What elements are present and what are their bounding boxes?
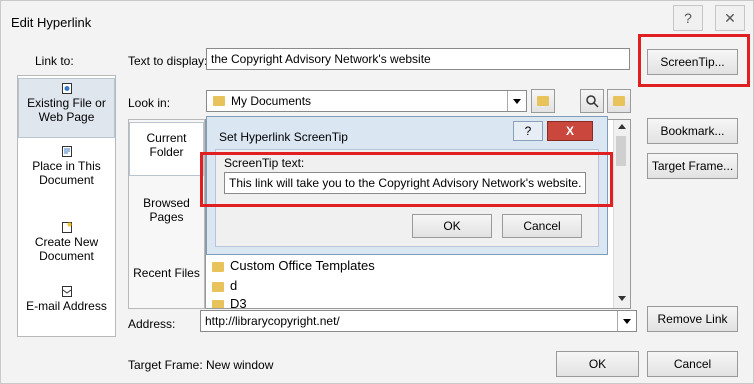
- list-item[interactable]: Custom Office Templates: [212, 258, 375, 273]
- side-nav-recent-files[interactable]: Recent Files: [129, 266, 204, 286]
- link-to-item-label: Create New Document: [34, 235, 99, 263]
- screentip-help-button[interactable]: ?: [513, 121, 543, 141]
- link-to-email-address[interactable]: E-mail Address: [18, 286, 115, 326]
- edit-hyperlink-dialog: Edit Hyperlink ? ✕ Link to: Existing Fil…: [0, 0, 754, 384]
- remove-link-button[interactable]: Remove Link: [647, 306, 738, 332]
- target-frame-button[interactable]: Target Frame...: [647, 153, 738, 179]
- link-to-panel: Existing File or Web Page Place in This …: [17, 75, 116, 337]
- up-folder-icon: [537, 96, 549, 106]
- target-frame-value: New window: [206, 358, 274, 372]
- scrollbar-thumb[interactable]: [616, 136, 626, 166]
- close-button[interactable]: ✕: [715, 5, 745, 31]
- text-to-display-label: Text to display:: [128, 54, 208, 68]
- screentip-highlight-box: [638, 34, 750, 87]
- help-button[interactable]: ?: [673, 5, 703, 31]
- list-item[interactable]: D3: [212, 296, 247, 308]
- browse-file-button[interactable]: [607, 89, 631, 113]
- address-dropdown[interactable]: [617, 311, 636, 331]
- link-to-create-new-document[interactable]: Create New Document: [18, 222, 115, 272]
- folder-icon: [213, 96, 225, 106]
- folder-icon: [212, 281, 224, 292]
- side-nav-browsed-pages[interactable]: Browsed Pages: [129, 196, 204, 226]
- chevron-down-icon: [513, 98, 521, 104]
- place-in-document-icon: [61, 146, 72, 157]
- link-to-place-in-document[interactable]: Place in This Document: [18, 146, 115, 196]
- ok-button[interactable]: OK: [556, 351, 639, 377]
- scroll-up-icon[interactable]: [618, 124, 626, 129]
- bookmark-button[interactable]: Bookmark...: [647, 118, 738, 144]
- dialog-title: Edit Hyperlink: [11, 15, 92, 30]
- folder-icon: [212, 299, 224, 308]
- text-to-display-input[interactable]: the Copyright Advisory Network's website: [206, 48, 630, 70]
- look-in-value: My Documents: [231, 94, 312, 108]
- look-in-dropdown[interactable]: [507, 91, 526, 111]
- link-to-item-label: Place in This Document: [32, 159, 101, 187]
- look-in-label: Look in:: [128, 96, 171, 110]
- list-item[interactable]: d: [212, 278, 237, 293]
- close-icon: ✕: [724, 9, 736, 26]
- address-label: Address:: [128, 317, 176, 331]
- side-nav-current-folder[interactable]: Current Folder: [129, 122, 204, 176]
- link-to-item-label: E-mail Address: [26, 299, 107, 313]
- address-input[interactable]: http://librarycopyright.net/: [200, 310, 637, 332]
- link-to-label: Link to:: [35, 54, 74, 68]
- screentip-text-highlight-box: [200, 152, 613, 207]
- close-icon: X: [565, 124, 574, 138]
- address-value: http://librarycopyright.net/: [205, 314, 340, 328]
- browse-web-button[interactable]: [580, 89, 604, 113]
- chevron-down-icon: [623, 318, 631, 324]
- link-to-existing-file[interactable]: Existing File or Web Page: [18, 78, 115, 138]
- screentip-close-button[interactable]: X: [547, 121, 593, 141]
- scroll-down-icon[interactable]: [618, 296, 626, 301]
- folder-icon: [212, 261, 224, 272]
- search-globe-icon: [586, 95, 599, 108]
- screentip-cancel-button[interactable]: Cancel: [502, 214, 582, 238]
- link-to-item-label: Existing File or Web Page: [27, 96, 106, 124]
- browse-side-nav: Current Folder Browsed Pages Recent File…: [128, 119, 205, 309]
- screentip-dialog-title: Set Hyperlink ScreenTip: [219, 130, 348, 144]
- help-icon: ?: [524, 124, 532, 138]
- new-document-icon: [61, 222, 72, 233]
- email-icon: [61, 286, 72, 297]
- screentip-ok-button[interactable]: OK: [412, 214, 492, 238]
- cancel-button[interactable]: Cancel: [647, 351, 738, 377]
- file-list-scrollbar[interactable]: [613, 120, 630, 308]
- existing-file-icon: [61, 83, 72, 94]
- look-in-select[interactable]: My Documents: [206, 90, 527, 112]
- open-folder-icon: [613, 96, 625, 106]
- up-one-folder-button[interactable]: [531, 89, 555, 113]
- target-frame-label: Target Frame:: [128, 358, 203, 372]
- help-icon: ?: [684, 10, 692, 26]
